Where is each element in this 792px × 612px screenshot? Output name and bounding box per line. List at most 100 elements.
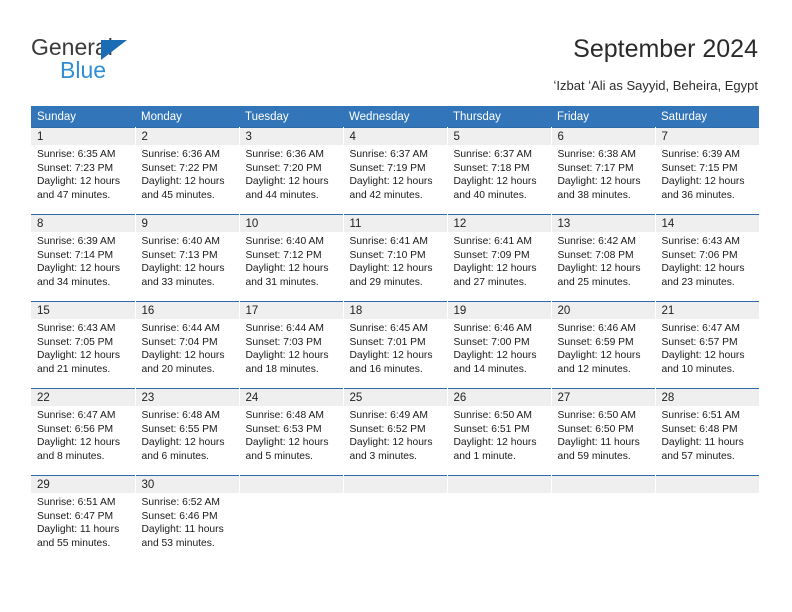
calendar-day-cell[interactable]: 4 Sunrise: 6:37 AM Sunset: 7:19 PM Daylight… [343, 127, 448, 215]
calendar-day-cell[interactable]: 22 Sunrise: 6:47 AM Sunset: 6:56 PM Dayligh… [31, 388, 136, 476]
daylight-text-line2: and 53 minutes. [141, 537, 215, 549]
daylight-text-line1: Daylight: 12 hours [557, 263, 641, 275]
day-number: 24 [239, 389, 343, 406]
sunrise-text: Sunrise: 6:49 AM [349, 410, 428, 421]
calendar-day-cell[interactable]: 19 Sunrise: 6:46 AM Sunset: 7:00 PM Dayligh… [447, 301, 552, 389]
day-number: 23 [135, 389, 239, 406]
day-number: 1 [31, 128, 135, 145]
sunset-text: Sunset: 7:17 PM [557, 162, 634, 174]
sunrise-text: Sunrise: 6:41 AM [453, 236, 532, 247]
calendar-day-cell-empty [239, 475, 344, 562]
calendar-day-cell[interactable]: 25 Sunrise: 6:49 AM Sunset: 6:52 PM Dayligh… [343, 388, 448, 476]
weekday-header-thursday: Thursday [447, 106, 551, 128]
sunset-text: Sunset: 7:00 PM [453, 336, 530, 348]
calendar-day-cell[interactable]: 1 Sunrise: 6:35 AM Sunset: 7:23 PM Daylight… [31, 127, 136, 215]
calendar-day-cell[interactable]: 2 Sunrise: 6:36 AM Sunset: 7:22 PM Daylight… [135, 127, 240, 215]
calendar-day-cell[interactable]: 6 Sunrise: 6:38 AM Sunset: 7:17 PM Daylight… [551, 127, 656, 215]
weekday-header-sunday: Sunday [31, 106, 135, 128]
sunrise-text: Sunrise: 6:46 AM [557, 323, 636, 334]
page-header: General Blue September 2024 ʻIzbat ʻAli … [0, 0, 792, 100]
calendar-day-cell[interactable]: 15 Sunrise: 6:43 AM Sunset: 7:05 PM Dayligh… [31, 301, 136, 389]
daylight-text-line1: Daylight: 12 hours [141, 437, 225, 449]
sunset-text: Sunset: 7:04 PM [141, 336, 218, 348]
daylight-text-line2: and 47 minutes. [37, 189, 111, 201]
day-number: 13 [551, 215, 655, 232]
sunset-text: Sunset: 6:55 PM [141, 423, 218, 435]
sunset-text: Sunset: 6:59 PM [557, 336, 634, 348]
calendar-day-cell[interactable]: 14 Sunrise: 6:43 AM Sunset: 7:06 PM Dayligh… [655, 214, 759, 302]
daylight-text-line1: Daylight: 12 hours [245, 350, 329, 362]
calendar-day-cell[interactable]: 11 Sunrise: 6:41 AM Sunset: 7:10 PM Dayligh… [343, 214, 448, 302]
sunset-text: Sunset: 7:19 PM [349, 162, 426, 174]
daylight-text-line1: Daylight: 12 hours [245, 437, 329, 449]
sunrise-text: Sunrise: 6:46 AM [453, 323, 532, 334]
calendar-day-cell[interactable]: 18 Sunrise: 6:45 AM Sunset: 7:01 PM Dayligh… [343, 301, 448, 389]
calendar-week-row: 29 Sunrise: 6:51 AM Sunset: 6:47 PM Dayligh… [31, 475, 759, 562]
calendar-day-cell[interactable]: 26 Sunrise: 6:50 AM Sunset: 6:51 PM Dayligh… [447, 388, 552, 476]
weekday-header-monday: Monday [135, 106, 239, 128]
weekday-header-tuesday: Tuesday [239, 106, 343, 128]
calendar-day-cell[interactable]: 3 Sunrise: 6:36 AM Sunset: 7:20 PM Daylight… [239, 127, 344, 215]
calendar-day-cell[interactable]: 10 Sunrise: 6:40 AM Sunset: 7:12 PM Dayligh… [239, 214, 344, 302]
sunset-text: Sunset: 7:05 PM [37, 336, 114, 348]
calendar-day-cell[interactable]: 30 Sunrise: 6:52 AM Sunset: 6:46 PM Dayligh… [135, 475, 240, 562]
calendar-day-cell[interactable]: 5 Sunrise: 6:37 AM Sunset: 7:18 PM Daylight… [447, 127, 552, 215]
calendar-day-cell[interactable]: 29 Sunrise: 6:51 AM Sunset: 6:47 PM Dayligh… [31, 475, 136, 562]
calendar-day-cell[interactable]: 28 Sunrise: 6:51 AM Sunset: 6:48 PM Dayligh… [655, 388, 759, 476]
daylight-text-line2: and 8 minutes. [37, 450, 105, 462]
calendar-day-cell[interactable]: 27 Sunrise: 6:50 AM Sunset: 6:50 PM Dayligh… [551, 388, 656, 476]
sunset-text: Sunset: 7:08 PM [557, 249, 634, 261]
day-number: 27 [551, 389, 655, 406]
calendar-day-cell[interactable]: 21 Sunrise: 6:47 AM Sunset: 6:57 PM Dayligh… [655, 301, 759, 389]
calendar-day-cell[interactable]: 7 Sunrise: 6:39 AM Sunset: 7:15 PM Daylight… [655, 127, 759, 215]
daylight-text-line1: Daylight: 12 hours [453, 176, 537, 188]
sunrise-text: Sunrise: 6:35 AM [37, 149, 116, 160]
day-number: 10 [239, 215, 343, 232]
calendar-body: 1 Sunrise: 6:35 AM Sunset: 7:23 PM Daylight… [31, 127, 759, 562]
daylight-text-line2: and 14 minutes. [453, 363, 527, 375]
daylight-text-line2: and 33 minutes. [141, 276, 215, 288]
calendar-day-cell[interactable]: 9 Sunrise: 6:40 AM Sunset: 7:13 PM Daylight… [135, 214, 240, 302]
calendar-day-cell-empty [343, 475, 448, 562]
daylight-text-line1: Daylight: 12 hours [661, 350, 745, 362]
daylight-text-line1: Daylight: 12 hours [453, 437, 537, 449]
sunrise-text: Sunrise: 6:36 AM [141, 149, 220, 160]
day-number: 9 [135, 215, 239, 232]
calendar-day-cell[interactable]: 16 Sunrise: 6:44 AM Sunset: 7:04 PM Dayligh… [135, 301, 240, 389]
sunrise-text: Sunrise: 6:48 AM [141, 410, 220, 421]
sunrise-text: Sunrise: 6:39 AM [661, 149, 740, 160]
day-number: 14 [655, 215, 759, 232]
sunset-text: Sunset: 6:53 PM [245, 423, 322, 435]
calendar-day-cell[interactable]: 13 Sunrise: 6:42 AM Sunset: 7:08 PM Dayligh… [551, 214, 656, 302]
calendar-day-cell-empty [655, 475, 759, 562]
daylight-text-line1: Daylight: 12 hours [349, 263, 433, 275]
day-number [655, 476, 759, 493]
sunrise-text: Sunrise: 6:39 AM [37, 236, 116, 247]
sunset-text: Sunset: 7:03 PM [245, 336, 322, 348]
sunrise-text: Sunrise: 6:45 AM [349, 323, 428, 334]
sunset-text: Sunset: 6:52 PM [349, 423, 426, 435]
calendar-day-cell[interactable]: 24 Sunrise: 6:48 AM Sunset: 6:53 PM Dayligh… [239, 388, 344, 476]
sunset-text: Sunset: 7:22 PM [141, 162, 218, 174]
sunrise-text: Sunrise: 6:40 AM [245, 236, 324, 247]
calendar-day-cell[interactable]: 23 Sunrise: 6:48 AM Sunset: 6:55 PM Dayligh… [135, 388, 240, 476]
calendar-day-cell[interactable]: 8 Sunrise: 6:39 AM Sunset: 7:14 PM Daylight… [31, 214, 136, 302]
sunset-text: Sunset: 7:01 PM [349, 336, 426, 348]
day-number: 19 [447, 302, 551, 319]
sunset-text: Sunset: 6:57 PM [661, 336, 738, 348]
daylight-text-line2: and 42 minutes. [349, 189, 423, 201]
daylight-text-line1: Daylight: 11 hours [557, 437, 640, 449]
calendar-week-row: 8 Sunrise: 6:39 AM Sunset: 7:14 PM Daylight… [31, 214, 759, 302]
day-number: 8 [31, 215, 135, 232]
day-number: 20 [551, 302, 655, 319]
calendar-day-cell[interactable]: 17 Sunrise: 6:44 AM Sunset: 7:03 PM Dayligh… [239, 301, 344, 389]
sunset-text: Sunset: 6:48 PM [661, 423, 738, 435]
sunrise-text: Sunrise: 6:40 AM [141, 236, 220, 247]
daylight-text-line1: Daylight: 12 hours [245, 263, 329, 275]
daylight-text-line2: and 57 minutes. [661, 450, 735, 462]
calendar-day-cell[interactable]: 20 Sunrise: 6:46 AM Sunset: 6:59 PM Dayligh… [551, 301, 656, 389]
brand-logo[interactable]: General Blue [31, 34, 231, 84]
daylight-text-line2: and 12 minutes. [557, 363, 631, 375]
calendar-day-cell[interactable]: 12 Sunrise: 6:41 AM Sunset: 7:09 PM Dayligh… [447, 214, 552, 302]
calendar-table: Sunday Monday Tuesday Wednesday Thursday… [31, 106, 759, 562]
